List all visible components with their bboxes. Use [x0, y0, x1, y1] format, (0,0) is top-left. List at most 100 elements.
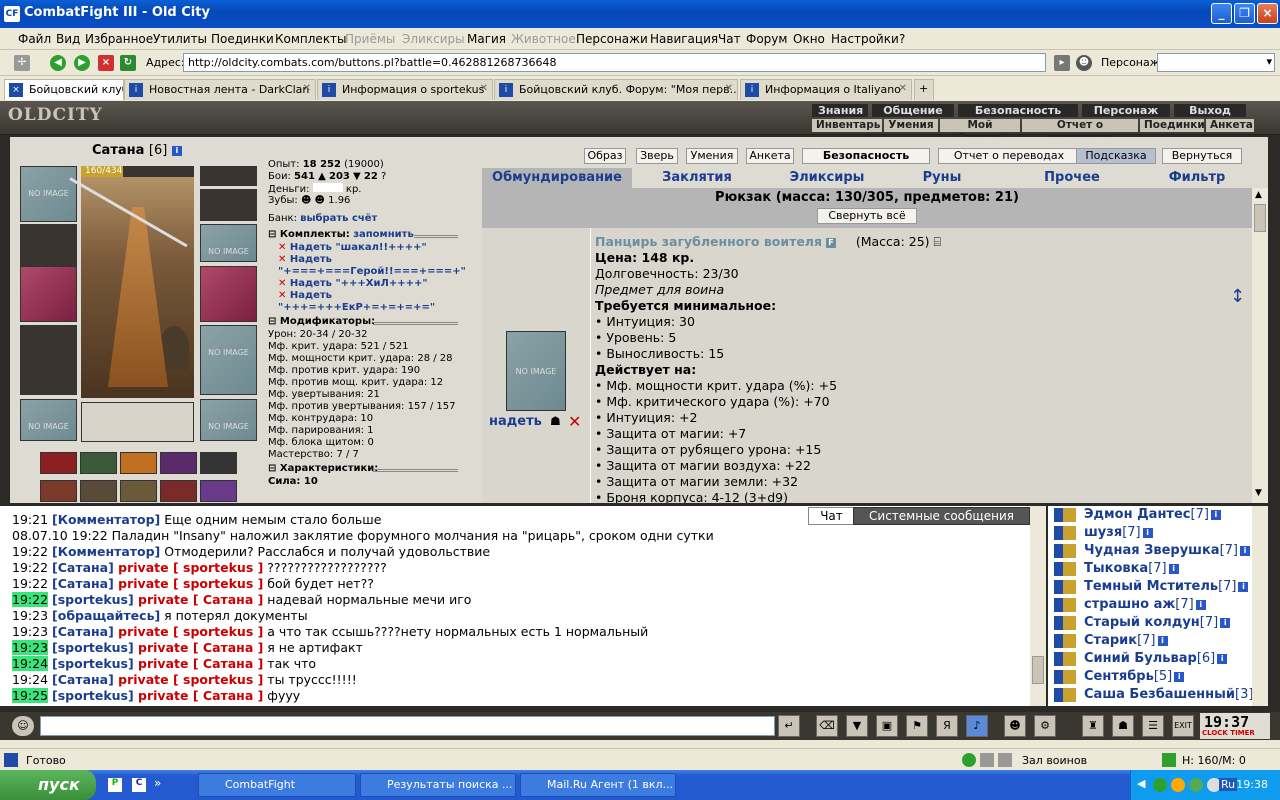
belt-slot-9[interactable]: [160, 480, 197, 502]
translit-icon[interactable]: Я: [936, 715, 958, 737]
tab-close-icon[interactable]: ✕: [480, 83, 488, 94]
chat-nick[interactable]: [Комментатор]: [52, 544, 160, 559]
belt-slot-5[interactable]: [200, 452, 237, 474]
user-entry[interactable]: Старый колдун[7] i: [1054, 615, 1231, 633]
chat-nick[interactable]: [Комментатор]: [52, 512, 160, 527]
top-button-1[interactable]: Зверь: [636, 148, 678, 164]
user-name[interactable]: Тыковка: [1084, 561, 1148, 576]
menu-item-3[interactable]: Утилиты: [153, 32, 207, 46]
people-icon[interactable]: ☻: [1076, 55, 1092, 71]
menu-item-8[interactable]: Магия: [467, 32, 506, 46]
chat-nick[interactable]: [Сатана]: [52, 576, 114, 591]
chat-nick[interactable]: [sportekus]: [52, 688, 134, 703]
stop-icon[interactable]: ×: [98, 55, 114, 71]
inventory-tab-3[interactable]: Руны: [892, 170, 992, 185]
tab-close-icon[interactable]: ✕: [303, 83, 311, 94]
eraser-icon[interactable]: ⌫: [816, 715, 838, 737]
taskbar-item-1[interactable]: Результаты поиска ...: [360, 773, 516, 797]
chat-time[interactable]: 19:25: [12, 688, 49, 703]
user-entry[interactable]: Тыковка[7] i: [1054, 561, 1179, 579]
chat-nick[interactable]: [Сатана]: [52, 560, 114, 575]
slot-armor[interactable]: [20, 325, 77, 395]
quicklaunch-icon[interactable]: P: [108, 778, 122, 792]
chat-private[interactable]: private [ sportekus ]: [114, 672, 263, 687]
set-item[interactable]: ✕ Надеть "+++=+++ЕкР+=+=+=+=": [268, 290, 478, 314]
chat-nick[interactable]: [sportekus]: [52, 640, 134, 655]
tab-chat[interactable]: Чат: [808, 507, 855, 525]
tab-close-icon[interactable]: ✕: [725, 83, 733, 94]
chat-time[interactable]: 19:22: [12, 560, 48, 575]
chat-input[interactable]: [40, 716, 775, 736]
top-button-5[interactable]: Отчет о переводах: [938, 148, 1080, 164]
walk-icon[interactable]: ⚑: [906, 715, 928, 737]
set-label[interactable]: Надеть "+===+===Герой!!===+===+": [278, 254, 466, 277]
smile-head-icon[interactable]: ☺: [12, 716, 34, 736]
user-entry[interactable]: Чудная Зверушка[7] i: [1054, 543, 1250, 561]
filter-icon[interactable]: ▼: [846, 715, 868, 737]
user-name[interactable]: шузя: [1084, 525, 1122, 540]
minimize-button[interactable]: _: [1211, 3, 1232, 24]
menu-item-0[interactable]: Файл: [18, 32, 51, 46]
browser-tab-1[interactable]: i Новостная лента - DarkClan ✕: [124, 79, 316, 100]
user-entry[interactable]: Старик[7] i: [1054, 633, 1168, 651]
belt-slot-3[interactable]: [120, 452, 157, 474]
language-indicator[interactable]: Ru: [1219, 778, 1238, 791]
menu-item-10[interactable]: Персонажи: [576, 32, 648, 46]
settings-icon[interactable]: ⚙: [1034, 715, 1056, 737]
browser-tab-4[interactable]: i Информация о Italiyano ✕: [740, 79, 912, 100]
menu-item-4[interactable]: Поединки: [211, 32, 274, 46]
game-subnav-1[interactable]: Умения: [884, 119, 938, 132]
delete-set-icon[interactable]: ✕: [278, 242, 290, 253]
top-button-2[interactable]: Умения: [686, 148, 738, 164]
slot-weapon-right[interactable]: [200, 266, 257, 322]
chat-private[interactable]: private [ sportekus ]: [114, 560, 263, 575]
game-nav-2[interactable]: Безопасность: [958, 104, 1078, 117]
user-entry[interactable]: Эдмон Дантес[7] i: [1054, 507, 1221, 525]
menu-item-1[interactable]: Вид: [56, 32, 80, 46]
remember-set-link[interactable]: запомнить: [353, 229, 414, 240]
set-label[interactable]: Надеть "+++=+++ЕкР+=+=+=+=": [278, 290, 435, 313]
chat-time[interactable]: 19:23: [12, 608, 48, 623]
info-icon[interactable]: i: [1240, 545, 1250, 556]
chat-time[interactable]: 19:22: [12, 576, 48, 591]
chat-nick[interactable]: [Сатана]: [52, 672, 114, 687]
user-name[interactable]: Старик: [1084, 633, 1137, 648]
menu-item-7[interactable]: Эликсиры: [402, 32, 465, 46]
info-icon[interactable]: i: [1168, 563, 1179, 574]
exit-icon[interactable]: EXIT: [1172, 715, 1194, 737]
resize-arrow-icon[interactable]: ↕: [1230, 286, 1245, 307]
list-icon[interactable]: [998, 753, 1012, 767]
info-icon[interactable]: i: [1238, 581, 1249, 592]
slot-shield[interactable]: [200, 325, 257, 395]
taskbar-item-0[interactable]: CombatFight: [198, 773, 356, 797]
belt-slot-2[interactable]: [80, 452, 117, 474]
delete-icon[interactable]: ✕: [568, 412, 581, 431]
slot-gloves[interactable]: [200, 224, 257, 262]
mailru-icon[interactable]: [1153, 778, 1167, 792]
info-icon[interactable]: i: [1217, 653, 1228, 664]
menu-item-12[interactable]: Чат: [718, 32, 741, 46]
inventory-tab-2[interactable]: Эликсиры: [772, 170, 882, 185]
info-icon[interactable]: i: [171, 145, 182, 156]
group-icon[interactable]: ☗: [1112, 715, 1134, 737]
chat-nick[interactable]: [обращайтесь]: [52, 608, 160, 623]
bag-icon[interactable]: ♜: [1082, 715, 1104, 737]
chat-private[interactable]: private [ Сатана ]: [134, 640, 263, 655]
user-name[interactable]: Темный Мститель: [1084, 579, 1218, 594]
belt-slot-10[interactable]: [200, 480, 237, 502]
user-entry[interactable]: Саша Безбашенный[3]i: [1054, 687, 1266, 705]
user-name[interactable]: Старый колдун: [1084, 615, 1200, 630]
chat-nick[interactable]: [Кузенька]: [52, 704, 131, 706]
maximize-button[interactable]: ❐: [1234, 3, 1255, 24]
game-subnav-4[interactable]: Поединки: [1140, 119, 1205, 132]
chat-private[interactable]: private [ Сатана ]: [134, 688, 263, 703]
info-icon[interactable]: i: [1210, 509, 1221, 520]
user-name[interactable]: Саша Безбашенный: [1084, 687, 1235, 702]
menu-item-15[interactable]: Настройки: [831, 32, 899, 46]
chat-time[interactable]: 19:24: [12, 656, 49, 671]
browser-tab-2[interactable]: i Информация о sportekus ✕: [317, 79, 493, 100]
address-input[interactable]: [183, 53, 1046, 72]
belt-slot-8[interactable]: [120, 480, 157, 502]
item-name[interactable]: Панцирь загубленного воителя: [595, 234, 822, 249]
delete-set-icon[interactable]: ✕: [278, 278, 290, 289]
